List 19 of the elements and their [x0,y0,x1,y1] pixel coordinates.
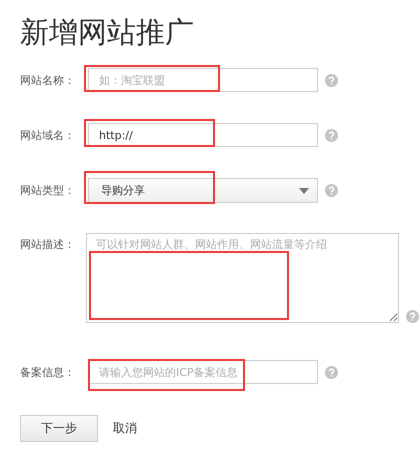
field-label: 备案信息： [20,364,76,380]
page-title: 新增网站推广 [20,14,195,50]
caret-icon [299,188,309,194]
field-label: 网站域名： [20,128,76,142]
description-field[interactable]: 可以针对网站人群、网站作用、网站流量等介绍 [86,233,399,323]
help-icon[interactable] [325,74,338,86]
field-label: 网站名称： [20,72,76,88]
field-label: 网站描述： [20,237,76,252]
text-field[interactable]: 如：淘宝联盟 [88,68,318,92]
type-dropdown[interactable]: 导购分享 [88,178,318,203]
help-icon[interactable] [406,310,419,323]
next-button[interactable]: 下一步 [20,415,98,442]
text-field[interactable]: 请输入您网站的ICP备案信息 [88,360,318,384]
help-icon[interactable] [325,366,338,378]
help-icon[interactable] [325,128,338,142]
cancel-link[interactable]: 取消 [113,420,137,437]
help-icon[interactable] [325,184,338,197]
field-label: 网站类型： [20,183,76,198]
text-field[interactable]: http:// [88,123,318,147]
